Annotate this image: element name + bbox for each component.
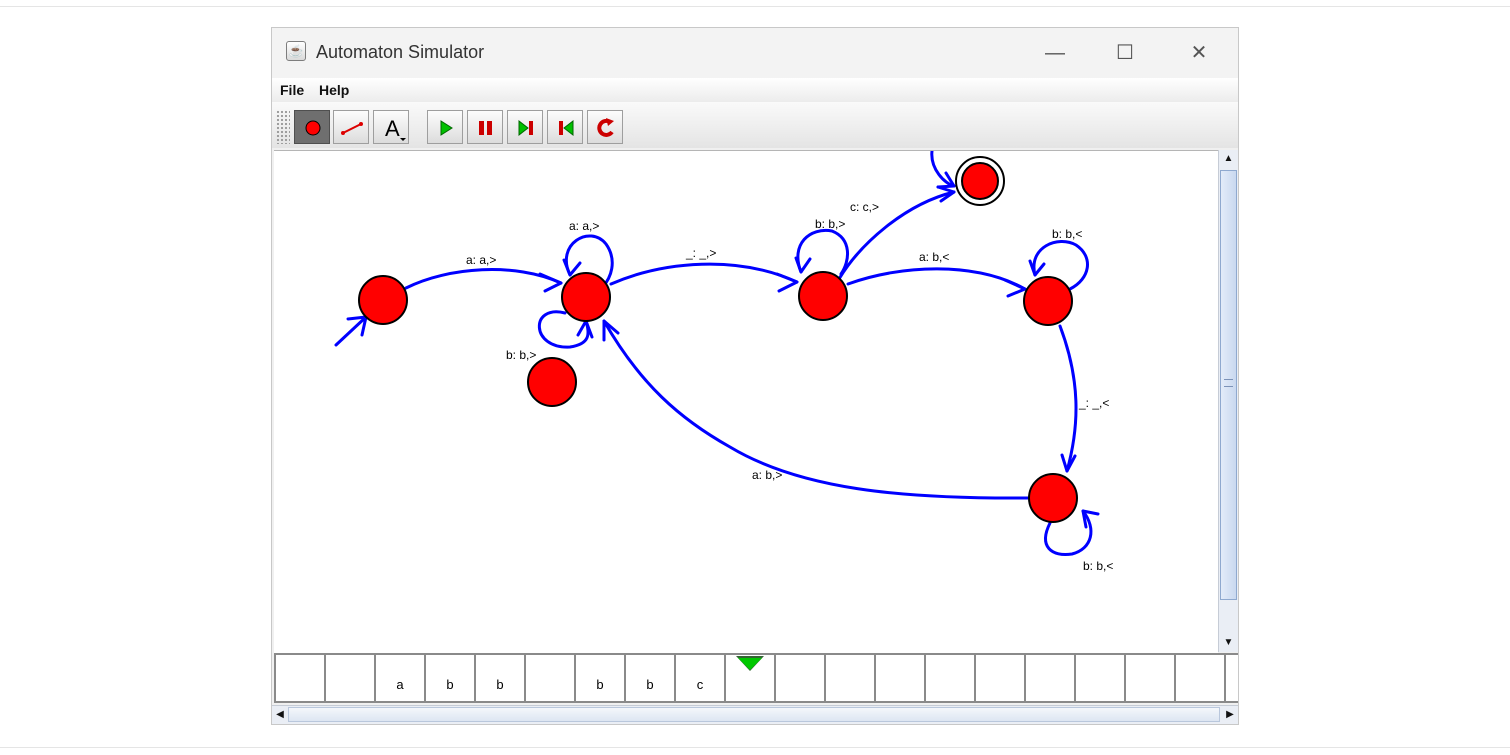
reset-icon	[597, 118, 614, 137]
tape-cell[interactable]	[1224, 653, 1238, 703]
tape-cell[interactable]	[1074, 653, 1124, 703]
tape-cell[interactable]	[1124, 653, 1174, 703]
state-q1	[561, 272, 611, 322]
scroll-down-arrow-icon[interactable]: ▼	[1219, 634, 1238, 652]
page-top-divider	[0, 6, 1510, 7]
step-forward-button[interactable]	[507, 110, 543, 144]
minimize-button[interactable]: —	[1032, 36, 1078, 70]
red-circle-icon	[305, 120, 321, 136]
pause-icon	[479, 121, 492, 135]
menu-help[interactable]: Help	[319, 82, 349, 98]
tape-cell[interactable]	[524, 653, 574, 703]
label-loop-q1-top: a: a,>	[569, 219, 599, 233]
tape-cell[interactable]	[324, 653, 374, 703]
state-q5	[527, 357, 577, 407]
close-button[interactable]: ✕	[1176, 36, 1222, 70]
edge-q0-q1	[404, 268, 563, 290]
tape-cell[interactable]	[874, 653, 924, 703]
tape-head-icon	[738, 658, 762, 670]
step-forward-icon	[518, 119, 533, 137]
scroll-left-arrow-icon[interactable]: ◀	[272, 706, 288, 724]
label-loop-q3: b: b,<	[1052, 227, 1082, 241]
label-q3-q4: _: _,<	[1078, 396, 1109, 410]
play-icon	[440, 120, 453, 136]
scroll-right-arrow-icon[interactable]: ▶	[1222, 706, 1238, 724]
text-tool-label: A	[385, 116, 400, 141]
page-bottom-divider	[0, 747, 1510, 748]
toolbar: A	[272, 102, 1238, 148]
vertical-scrollbar[interactable]: ▲ ▼	[1218, 150, 1238, 652]
add-state-tool[interactable]	[294, 110, 330, 144]
state-q0	[358, 275, 408, 325]
horizontal-scrollbar[interactable]: ◀ ▶	[272, 705, 1238, 724]
automaton-simulator-window: ☕ Automaton Simulator — ☐ ✕ File Help A	[272, 28, 1238, 724]
toolbar-grip[interactable]	[276, 110, 290, 144]
label-loop-q1-bottom: b: b,>	[506, 348, 536, 362]
label-q4-q1: a: b,>	[752, 468, 782, 482]
scroll-grip-icon	[1224, 379, 1233, 387]
automaton-canvas[interactable]: a: a,> a: a,> b: b,> _: _,> b: b,> c: c,…	[274, 150, 1218, 653]
tape-cell[interactable]	[924, 653, 974, 703]
label-loop-q2: b: b,>	[815, 217, 845, 231]
title-bar[interactable]: ☕ Automaton Simulator — ☐ ✕	[272, 28, 1238, 78]
java-cup-icon: ☕	[286, 41, 306, 61]
tape: a b b b b c	[274, 653, 1238, 703]
tape-cell[interactable]: b	[574, 653, 624, 703]
scroll-up-arrow-icon[interactable]: ▲	[1219, 150, 1238, 168]
step-back-icon	[559, 119, 574, 137]
tape-cell[interactable]	[774, 653, 824, 703]
maximize-button[interactable]: ☐	[1102, 36, 1148, 70]
reset-button[interactable]	[587, 110, 623, 144]
play-button[interactable]	[427, 110, 463, 144]
horizontal-scroll-thumb[interactable]	[288, 707, 1220, 722]
add-transition-tool[interactable]	[333, 110, 369, 144]
edge-q4-q1	[602, 319, 1030, 500]
window-title: Automaton Simulator	[316, 42, 485, 62]
transition-line-icon	[341, 122, 363, 135]
text-a-icon: A	[385, 116, 406, 141]
label-q2-qf: c: c,>	[850, 200, 879, 214]
tape-cell[interactable]: a	[374, 653, 424, 703]
text-tool[interactable]: A	[373, 110, 409, 144]
edge-q3-q4	[1058, 324, 1078, 473]
edge-q2-q3	[846, 267, 1027, 291]
state-q3	[1023, 276, 1073, 326]
state-q4	[1028, 473, 1078, 523]
edge-q1-q2	[609, 262, 799, 286]
vertical-scroll-thumb[interactable]	[1220, 170, 1237, 600]
tape-cell[interactable]	[1024, 653, 1074, 703]
tape-cell[interactable]	[274, 653, 324, 703]
automaton-diagram: a: a,> a: a,> b: b,> _: _,> b: b,> c: c,…	[334, 151, 1113, 573]
pause-button[interactable]	[467, 110, 503, 144]
tape-cell[interactable]: b	[424, 653, 474, 703]
tape-cell[interactable]: b	[624, 653, 674, 703]
tape-cell[interactable]	[1174, 653, 1224, 703]
label-loop-q4: b: b,<	[1083, 559, 1113, 573]
menu-bar: File Help	[272, 78, 1238, 102]
state-accept	[961, 162, 999, 200]
step-back-button[interactable]	[547, 110, 583, 144]
label-q2-q3: a: b,<	[919, 250, 949, 264]
tape-cell[interactable]	[824, 653, 874, 703]
tape-cell[interactable]	[974, 653, 1024, 703]
tape-cell[interactable]: b	[474, 653, 524, 703]
menu-file[interactable]: File	[280, 82, 304, 98]
label-q0-q1: a: a,>	[466, 253, 496, 267]
tape-cell[interactable]: c	[674, 653, 724, 703]
label-q1-q2: _: _,>	[685, 246, 716, 260]
state-q2	[798, 271, 848, 321]
